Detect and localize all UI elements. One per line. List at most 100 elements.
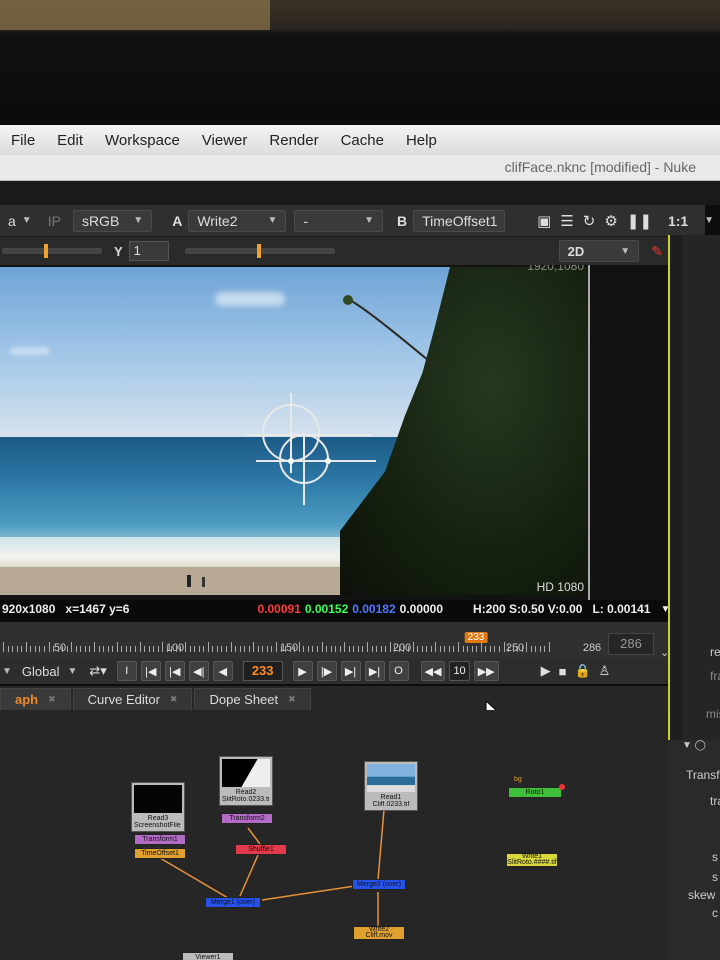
chevron-down-icon[interactable]: ▼ — [67, 666, 77, 677]
first-frame-icon[interactable]: |◀ — [140, 661, 161, 681]
node-roto1[interactable]: Roto1 — [508, 787, 562, 798]
wipe-icon[interactable]: ▣ — [537, 212, 551, 230]
last-frame-icon[interactable]: ▶| — [364, 661, 385, 681]
node-write2[interactable]: Write2 Cliff.mov — [353, 926, 405, 940]
timeline[interactable]: 233 50 100 150 200 250 286 — [0, 622, 670, 658]
channel-dropdown[interactable]: a ▼ — [0, 209, 40, 233]
close-icon[interactable]: ✖ — [288, 694, 296, 705]
color-picker-icon[interactable]: ✎ — [651, 243, 663, 260]
viewer-panel[interactable]: 1920,1080 HD 1080 — [0, 265, 680, 600]
node-viewer1[interactable]: Viewer1 — [182, 952, 234, 960]
prev-keyframe-icon[interactable]: |◀ — [164, 661, 185, 681]
colorspace-dropdown[interactable]: sRGB ▼ — [72, 209, 153, 232]
menu-cache[interactable]: Cache — [330, 132, 395, 149]
channel-label: a — [8, 212, 16, 229]
current-frame-input[interactable]: 233 — [242, 661, 283, 681]
node-graph[interactable]: Read3 ScreenshotFile (1920x1080) Transfo… — [0, 710, 668, 960]
properties-field-label: c — [712, 906, 718, 920]
node-read3[interactable]: Read3 ScreenshotFile (1920x1080) — [131, 782, 185, 832]
zoom-value: 1:1 — [667, 212, 689, 229]
view-mode-dropdown[interactable]: 2D ▼ — [558, 240, 640, 262]
gear-icon[interactable]: ⚙ — [604, 212, 617, 230]
menu-workspace[interactable]: Workspace — [94, 132, 191, 149]
out-point-button[interactable]: O — [388, 661, 409, 681]
node-label: Read1 — [380, 794, 402, 801]
format-top-label: 1920,1080 — [527, 265, 584, 273]
timeline-tick — [535, 646, 537, 652]
timeline-tick — [362, 646, 364, 652]
pause-icon[interactable]: ❚❚ — [627, 212, 652, 230]
timeline-tick — [512, 646, 514, 652]
play-forward-icon[interactable]: ▶ — [292, 661, 313, 681]
ip-toggle[interactable]: IP — [40, 209, 69, 233]
increment-input[interactable]: 10 — [449, 661, 470, 681]
transform-handle[interactable] — [246, 393, 376, 508]
tab-dope-sheet[interactable]: Dope Sheet ✖ — [194, 688, 311, 710]
play-backward-icon[interactable]: ◀ — [212, 661, 233, 681]
timeline-tick — [144, 646, 146, 652]
chevron-down-icon[interactable]: ▼ — [2, 666, 12, 677]
node-write1[interactable]: Write1 SlitRoto.####.tif — [506, 853, 558, 867]
gamma-slider[interactable] — [184, 244, 335, 258]
menu-edit[interactable]: Edit — [46, 132, 94, 149]
node-read1[interactable]: Read1 Cliff.0233.tif — [364, 761, 418, 811]
chevron-down-icon[interactable]: ▼ ◯ — [682, 740, 706, 751]
properties-node-name: Transf — [686, 768, 720, 782]
info-luma: L: 0.00141 — [592, 602, 651, 616]
menu-viewer[interactable]: Viewer — [191, 132, 259, 149]
lock-icon[interactable]: 🔒 — [574, 663, 590, 679]
timeline-ruler[interactable]: 233 50 100 150 200 250 286 — [0, 632, 601, 658]
refresh-icon[interactable]: ↻ — [583, 212, 596, 230]
gain-slider-knob[interactable] — [44, 244, 48, 258]
node-merge1[interactable]: Merge1 (over) — [205, 897, 261, 908]
input-a-dropdown[interactable]: Write2 ▼ — [188, 209, 287, 232]
menu-render[interactable]: Render — [258, 132, 329, 149]
zoom-dropdown[interactable]: 1:1 ▼ — [660, 209, 720, 233]
flipbook-icon[interactable]: ▶ — [541, 663, 551, 679]
list-icon[interactable]: ☰ — [560, 212, 573, 230]
info-cursor: x=1467 y=6 — [65, 602, 130, 616]
record-icon[interactable]: ■ — [559, 664, 567, 679]
input-b-dropdown[interactable]: TimeOffset1 — [413, 209, 506, 232]
playback-settings-icon[interactable]: ♙ — [599, 663, 611, 679]
colorspace-value: sRGB — [81, 212, 120, 229]
skip-back-icon[interactable]: ◀◀ — [420, 661, 446, 681]
node-transform1[interactable]: Transform1 — [134, 834, 186, 845]
timeline-tick — [16, 646, 18, 652]
scope-dropdown[interactable]: Global — [22, 664, 60, 679]
compare-mode-dropdown[interactable]: - ▼ — [294, 209, 383, 232]
in-point-button[interactable]: I — [116, 661, 137, 681]
timeline-tick — [235, 646, 237, 652]
tab-curve-editor[interactable]: Curve Editor ✖ — [72, 688, 193, 710]
current-frame-marker[interactable]: 233 — [464, 632, 488, 643]
timeline-tick — [25, 642, 27, 652]
loop-mode-icon[interactable]: ⇄▾ — [89, 663, 106, 679]
node-merge2[interactable]: Merge2 (over) — [352, 879, 406, 890]
chevron-down-icon: ▼ — [364, 215, 374, 226]
timeline-tick — [30, 646, 32, 652]
timeline-tick — [12, 646, 14, 652]
menu-help[interactable]: Help — [395, 132, 448, 149]
viewer-info-bar: 920x1080 x=1467 y=6 0.00091 0.00152 0.00… — [0, 600, 680, 618]
node-transform2[interactable]: Transform2 — [221, 813, 273, 824]
node-read2[interactable]: Read2 SlitRoto.0233.tif (RGB) — [219, 756, 273, 806]
timeline-tick — [453, 646, 455, 652]
next-keyframe-icon[interactable]: ▶| — [340, 661, 361, 681]
tab-node-graph[interactable]: aph ✖ — [0, 688, 71, 710]
close-icon[interactable]: ✖ — [170, 694, 178, 705]
skip-forward-icon[interactable]: ▶▶ — [473, 661, 499, 681]
node-shuffle1[interactable]: Shuffle1 — [235, 844, 287, 855]
prev-frame-icon[interactable]: ◀| — [188, 661, 209, 681]
gamma-input[interactable]: 1 — [128, 241, 169, 261]
gamma-slider-knob[interactable] — [256, 244, 261, 258]
gain-slider[interactable] — [2, 244, 102, 258]
timeline-tick — [212, 646, 214, 652]
format-label: HD 1080 — [536, 580, 584, 594]
node-timeoffset1[interactable]: TimeOffset1 — [134, 848, 186, 859]
close-icon[interactable]: ✖ — [48, 694, 56, 705]
timeline-tick — [75, 646, 77, 652]
next-frame-icon[interactable]: |▶ — [316, 661, 337, 681]
menu-file[interactable]: File — [0, 132, 46, 149]
end-frame-input[interactable]: 286 — [608, 633, 654, 655]
timeline-tick — [66, 646, 68, 652]
